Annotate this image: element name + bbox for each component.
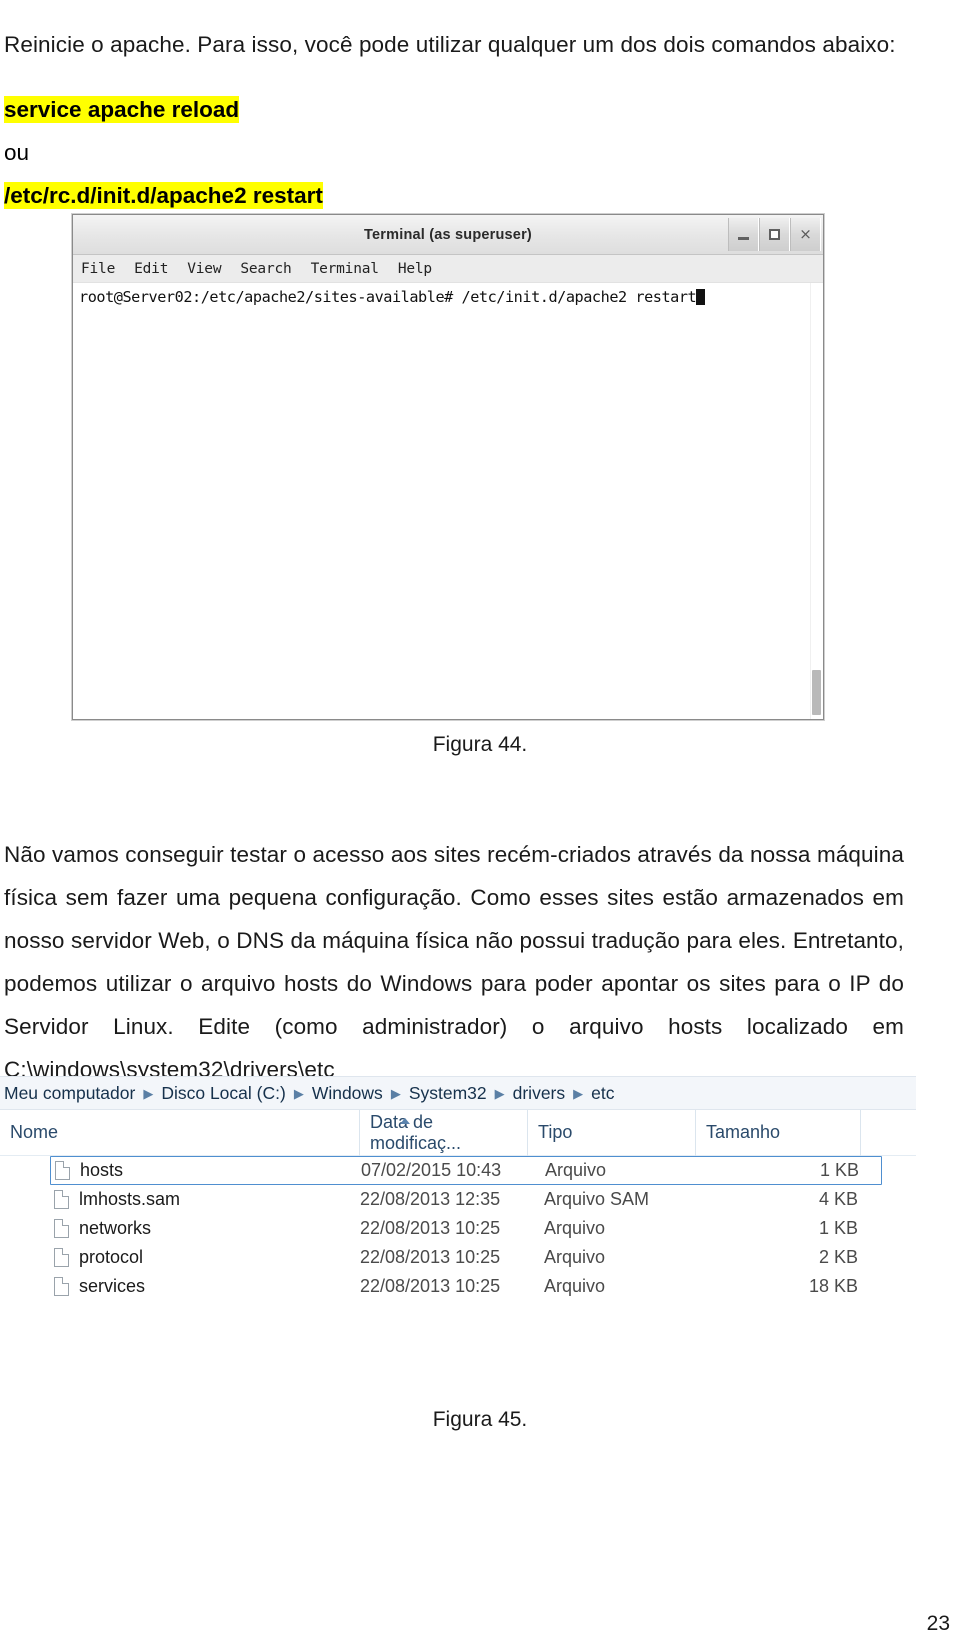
file-name-label: networks bbox=[79, 1218, 152, 1238]
table-row[interactable]: protocol 22/08/2013 10:25 Arquivo 2 KB bbox=[50, 1243, 882, 1272]
file-size-cell: 18 KB bbox=[808, 1276, 858, 1296]
file-icon bbox=[54, 1190, 69, 1209]
file-name-label: hosts bbox=[80, 1160, 124, 1180]
terminal-titlebar[interactable]: Terminal (as superuser) × bbox=[73, 215, 823, 255]
minimize-icon bbox=[738, 237, 749, 240]
terminal-cursor bbox=[696, 289, 706, 305]
table-row[interactable]: lmhosts.sam 22/08/2013 12:35 Arquivo SAM… bbox=[50, 1185, 882, 1214]
terminal-scrollbar-thumb[interactable] bbox=[812, 670, 821, 715]
file-size-cell: 1 KB bbox=[818, 1218, 858, 1238]
column-header-tamanho-label: Tamanho bbox=[706, 1122, 781, 1142]
column-header-nome[interactable]: Nome bbox=[0, 1109, 360, 1156]
command-2-highlight: /etc/rc.d/init.d/apache2 restart bbox=[4, 182, 323, 209]
figure-caption-45: Figura 45. bbox=[432, 1408, 528, 1431]
column-header-tamanho[interactable]: Tamanho bbox=[696, 1109, 861, 1156]
maximize-icon bbox=[769, 229, 780, 240]
maximize-button[interactable] bbox=[759, 218, 790, 251]
table-row[interactable]: services 22/08/2013 10:25 Arquivo 18 KB bbox=[50, 1272, 882, 1301]
file-name-cell: lmhosts.sam bbox=[50, 1189, 360, 1210]
terminal-prompt-line: root@Server02:/etc/apache2/sites-availab… bbox=[79, 287, 823, 307]
menu-item-search[interactable]: Search bbox=[240, 261, 291, 277]
file-name-label: lmhosts.sam bbox=[79, 1189, 181, 1209]
file-size-cell: 1 KB bbox=[819, 1160, 859, 1180]
command-line-2: /etc/rc.d/init.d/apache2 restart bbox=[4, 174, 904, 217]
window-controls: × bbox=[728, 218, 821, 251]
breadcrumb-item-system32[interactable]: System32 bbox=[409, 1083, 487, 1104]
minimize-button[interactable] bbox=[728, 218, 759, 251]
file-list[interactable]: hosts 07/02/2015 10:43 Arquivo 1 KB lmho… bbox=[50, 1156, 882, 1301]
figure-caption-44: Figura 44. bbox=[432, 733, 528, 756]
file-name-label: protocol bbox=[79, 1247, 144, 1267]
file-type-cell: Arquivo bbox=[544, 1247, 606, 1267]
breadcrumb-chevron-icon[interactable]: ▶ bbox=[573, 1087, 583, 1100]
close-icon: × bbox=[799, 225, 812, 243]
windows-explorer-window[interactable]: Meu computador ▶ Disco Local (C:) ▶ Wind… bbox=[0, 1076, 916, 1396]
file-icon bbox=[54, 1248, 69, 1267]
file-size-cell: 4 KB bbox=[818, 1189, 858, 1209]
file-name-label: services bbox=[79, 1276, 146, 1296]
terminal-window[interactable]: Terminal (as superuser) × File Edit View… bbox=[72, 214, 824, 720]
file-type-cell: Arquivo SAM bbox=[544, 1189, 650, 1209]
file-date-cell: 22/08/2013 12:35 bbox=[360, 1189, 501, 1209]
body-paragraph: Não vamos conseguir testar o acesso aos … bbox=[4, 841, 904, 1082]
table-row[interactable]: hosts 07/02/2015 10:43 Arquivo 1 KB bbox=[50, 1156, 882, 1185]
terminal-prompt-text: root@Server02:/etc/apache2/sites-availab… bbox=[79, 288, 697, 306]
file-name-cell: hosts bbox=[51, 1160, 361, 1181]
page-number: 23 bbox=[926, 1612, 950, 1635]
breadcrumb[interactable]: Meu computador ▶ Disco Local (C:) ▶ Wind… bbox=[0, 1076, 916, 1110]
menu-item-help[interactable]: Help bbox=[398, 261, 432, 277]
close-button[interactable]: × bbox=[790, 218, 821, 251]
sort-ascending-icon bbox=[400, 1118, 410, 1124]
conjunction-ou: ou bbox=[4, 140, 30, 165]
file-date-cell: 22/08/2013 10:25 bbox=[360, 1218, 501, 1238]
terminal-output-area[interactable]: root@Server02:/etc/apache2/sites-availab… bbox=[73, 283, 823, 719]
breadcrumb-chevron-icon[interactable]: ▶ bbox=[143, 1087, 153, 1100]
file-icon bbox=[55, 1161, 70, 1180]
file-list-column-headers: Nome Data de modificaç... Tipo Tamanho bbox=[0, 1109, 916, 1156]
body-text-block: Não vamos conseguir testar o acesso aos … bbox=[4, 810, 904, 1113]
file-date-cell: 22/08/2013 10:25 bbox=[360, 1247, 501, 1267]
terminal-window-title: Terminal (as superuser) bbox=[364, 226, 532, 243]
menu-item-terminal[interactable]: Terminal bbox=[311, 261, 379, 277]
file-type-cell: Arquivo bbox=[545, 1160, 607, 1180]
breadcrumb-item-etc[interactable]: etc bbox=[591, 1083, 614, 1104]
command-1-highlight: service apache reload bbox=[4, 96, 240, 123]
table-row[interactable]: networks 22/08/2013 10:25 Arquivo 1 KB bbox=[50, 1214, 882, 1243]
column-header-tipo[interactable]: Tipo bbox=[528, 1109, 696, 1156]
breadcrumb-item-windows[interactable]: Windows bbox=[312, 1083, 383, 1104]
file-icon bbox=[54, 1277, 69, 1296]
menu-item-file[interactable]: File bbox=[81, 261, 115, 277]
command-line-1: service apache reload bbox=[4, 88, 904, 131]
file-name-cell: networks bbox=[50, 1218, 360, 1239]
column-header-data[interactable]: Data de modificaç... bbox=[360, 1109, 528, 1156]
breadcrumb-item-disco-local[interactable]: Disco Local (C:) bbox=[161, 1083, 285, 1104]
file-type-cell: Arquivo bbox=[544, 1218, 606, 1238]
breadcrumb-chevron-icon[interactable]: ▶ bbox=[391, 1087, 401, 1100]
file-size-cell: 2 KB bbox=[818, 1247, 858, 1267]
file-name-cell: services bbox=[50, 1276, 360, 1297]
menu-item-edit[interactable]: Edit bbox=[134, 261, 168, 277]
file-name-cell: protocol bbox=[50, 1247, 360, 1268]
terminal-menubar: File Edit View Search Terminal Help bbox=[73, 255, 823, 283]
breadcrumb-item-meu-computador[interactable]: Meu computador bbox=[4, 1083, 135, 1104]
breadcrumb-chevron-icon[interactable]: ▶ bbox=[495, 1087, 505, 1100]
column-header-nome-label: Nome bbox=[10, 1122, 59, 1142]
breadcrumb-chevron-icon[interactable]: ▶ bbox=[294, 1087, 304, 1100]
intro-paragraph: Reinicie o apache. Para isso, você pode … bbox=[4, 31, 896, 57]
breadcrumb-item-drivers[interactable]: drivers bbox=[513, 1083, 566, 1104]
file-date-cell: 22/08/2013 10:25 bbox=[360, 1276, 501, 1296]
file-icon bbox=[54, 1219, 69, 1238]
file-type-cell: Arquivo bbox=[544, 1276, 606, 1296]
file-date-cell: 07/02/2015 10:43 bbox=[361, 1160, 502, 1180]
intro-text-block: Reinicie o apache. Para isso, você pode … bbox=[4, 0, 904, 217]
menu-item-view[interactable]: View bbox=[187, 261, 221, 277]
column-header-tipo-label: Tipo bbox=[538, 1122, 573, 1142]
terminal-scrollbar[interactable] bbox=[810, 283, 823, 719]
column-header-data-label: Data de modificaç... bbox=[370, 1111, 462, 1153]
